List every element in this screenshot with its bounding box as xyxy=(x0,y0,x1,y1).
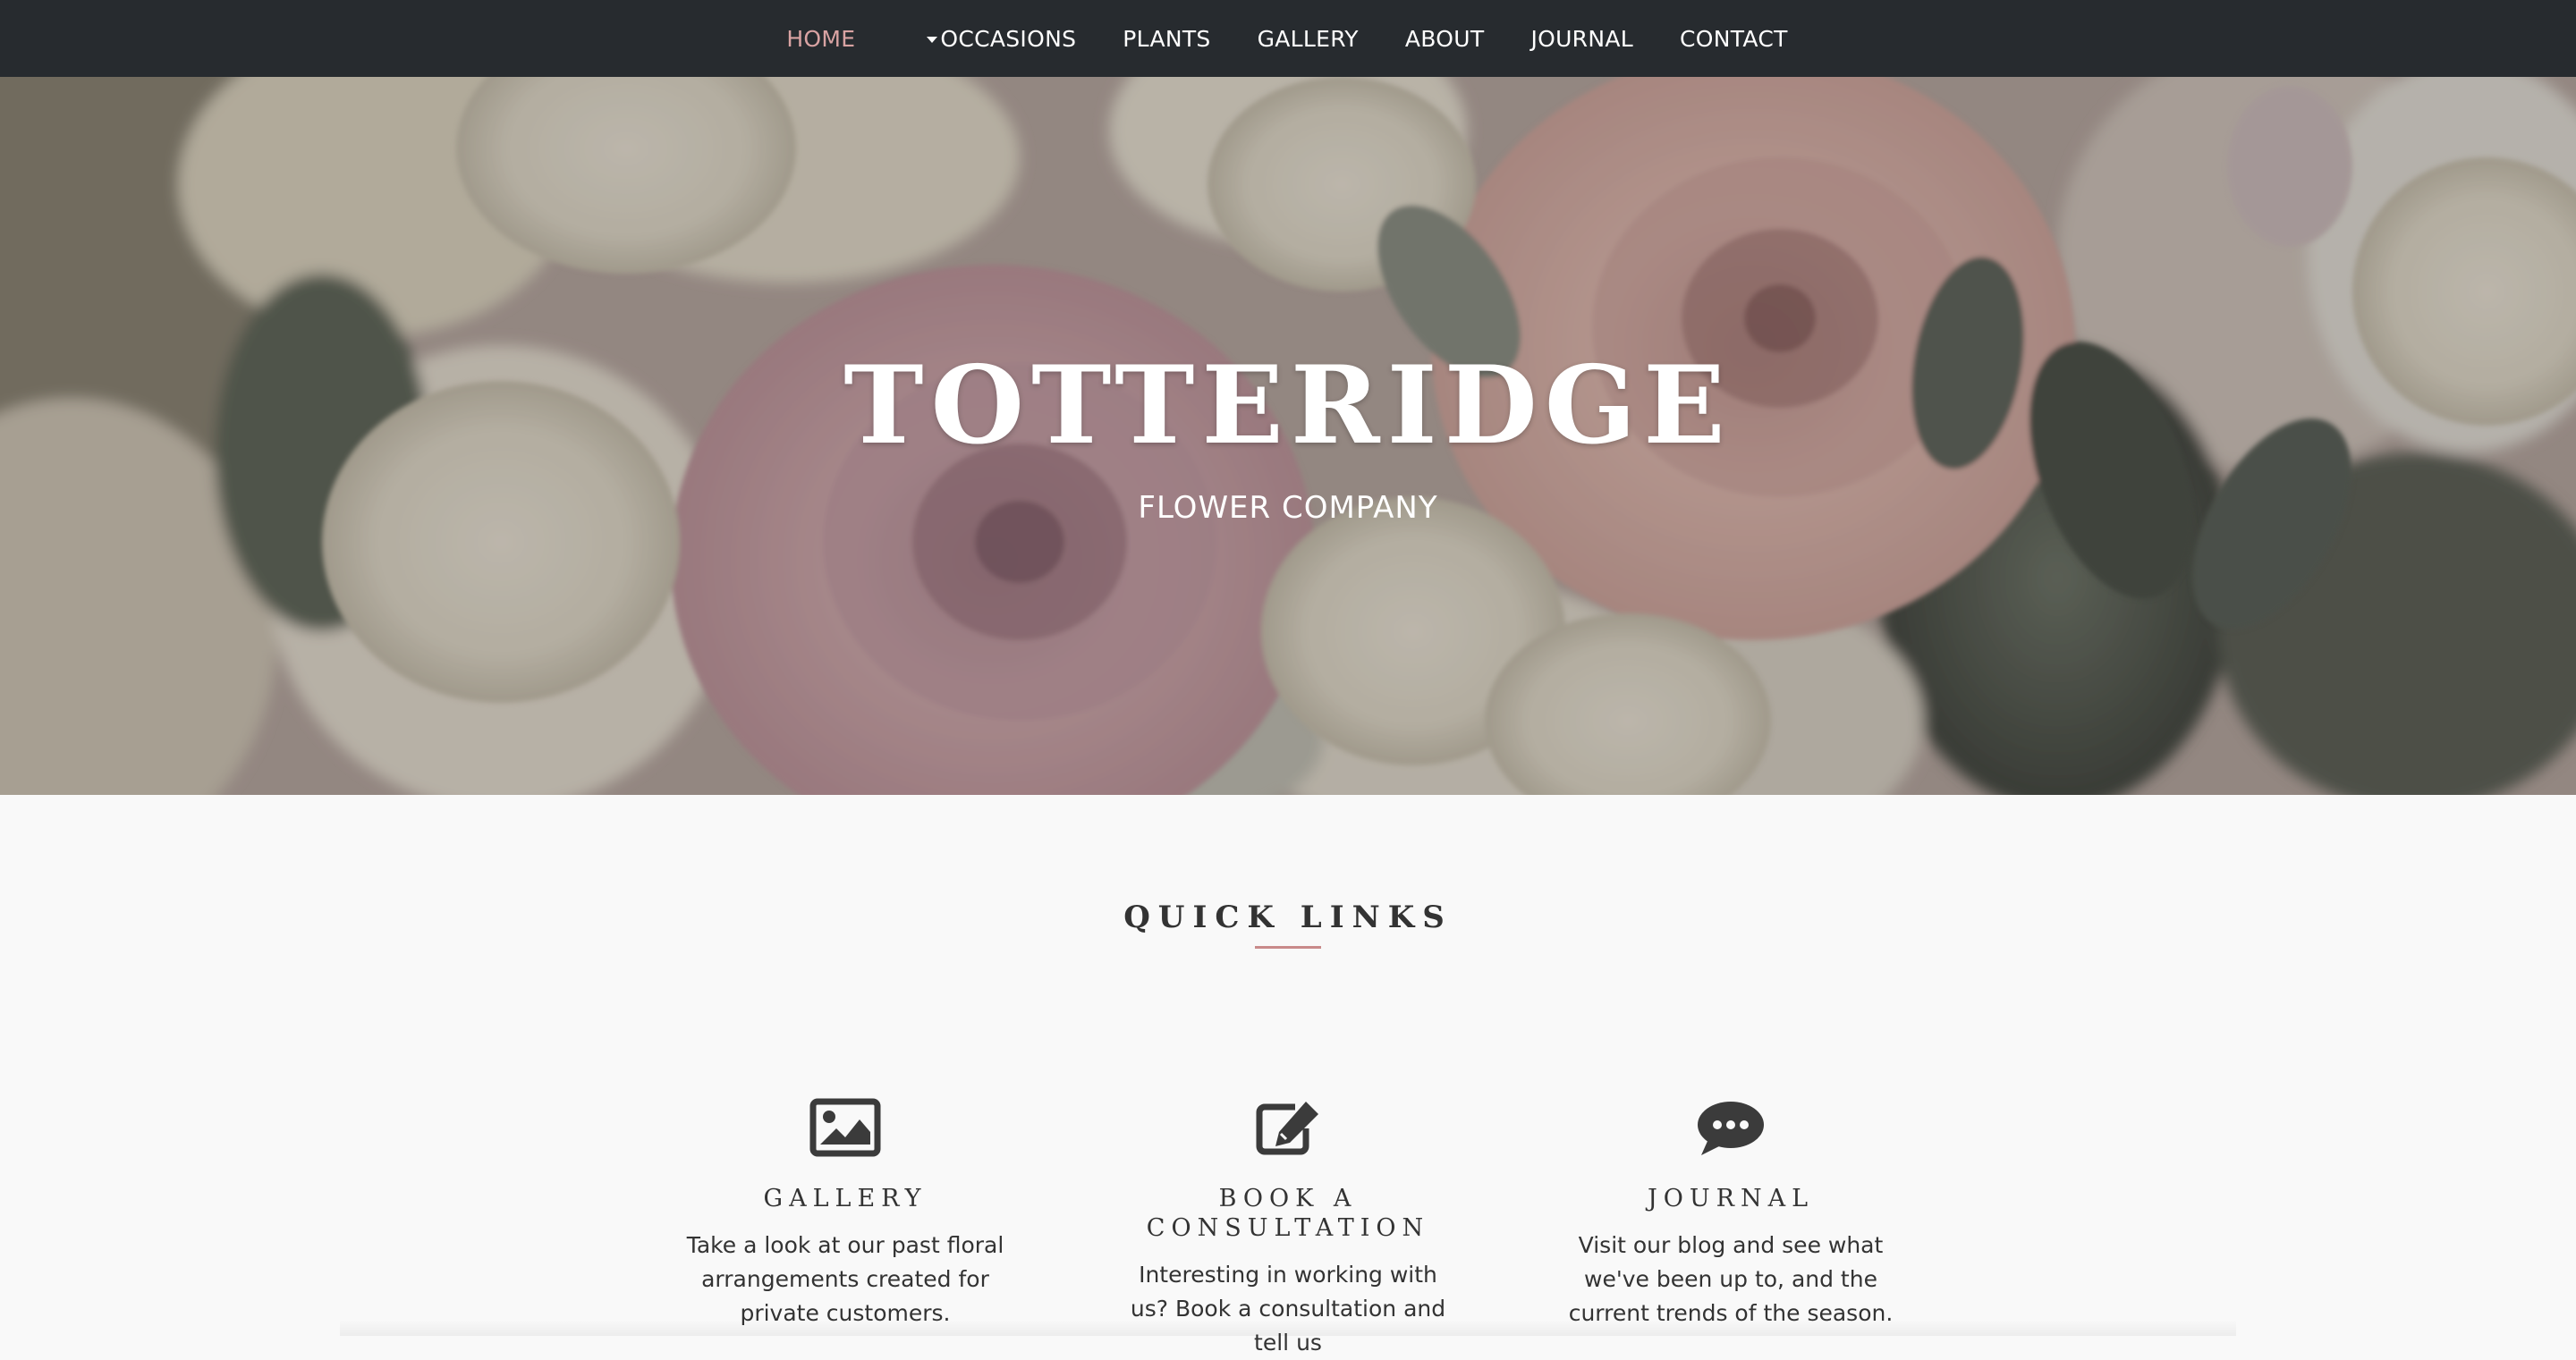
nav-item-label: GALLERY xyxy=(1257,25,1359,52)
hero-subtitle: FLOWER COMPANY xyxy=(1138,490,1438,526)
nav-list: HOME OCCASIONS PLANTS GALLERY ABOUT JOUR… xyxy=(763,26,1810,52)
nav-item-contact[interactable]: CONTACT xyxy=(1657,26,1811,52)
quick-link-journal[interactable]: JOURNAL Visit our blog and see what we'v… xyxy=(1561,1098,1901,1330)
nav-item-occasions[interactable]: OCCASIONS xyxy=(903,26,1099,52)
quick-link-gallery[interactable]: GALLERY Take a look at our past floral a… xyxy=(675,1098,1015,1330)
edit-icon xyxy=(1118,1098,1458,1157)
hero-title: TOTTERIDGE xyxy=(843,342,1733,469)
nav-item-label: HOME xyxy=(786,25,856,52)
image-icon xyxy=(675,1098,1015,1157)
nav-item-plants[interactable]: PLANTS xyxy=(1099,26,1233,52)
nav-item-label: ABOUT xyxy=(1404,25,1485,52)
comments-icon xyxy=(1561,1098,1901,1157)
nav-item-home[interactable]: HOME xyxy=(763,26,878,52)
hero-banner: TOTTERIDGE FLOWER COMPANY xyxy=(0,77,2576,795)
nav-item-about[interactable]: ABOUT xyxy=(1382,26,1508,52)
bottom-shadow xyxy=(340,1320,2236,1336)
quick-links-title: QUICK LINKS xyxy=(1123,900,1453,935)
nav-item-label: PLANTS xyxy=(1123,25,1211,52)
nav-item-gallery[interactable]: GALLERY xyxy=(1234,26,1382,52)
nav-item-label: CONTACT xyxy=(1680,25,1788,52)
main-nav: HOME OCCASIONS PLANTS GALLERY ABOUT JOUR… xyxy=(0,0,2576,77)
card-title: GALLERY xyxy=(763,1185,928,1212)
nav-item-label: OCCASIONS xyxy=(940,25,1077,52)
card-title: JOURNAL xyxy=(1647,1185,1815,1212)
card-text: Interesting in working with us? Book a c… xyxy=(1130,1262,1446,1356)
card-text: Visit our blog and see what we've been u… xyxy=(1568,1232,1894,1326)
title-underline xyxy=(1255,946,1321,949)
caret-down-icon xyxy=(927,36,938,43)
card-title: BOOK A CONSULTATION xyxy=(1146,1185,1430,1242)
card-text: Take a look at our past floral arrangeme… xyxy=(686,1232,1004,1326)
nav-item-label: JOURNAL xyxy=(1530,25,1633,52)
nav-item-journal[interactable]: JOURNAL xyxy=(1507,26,1657,52)
